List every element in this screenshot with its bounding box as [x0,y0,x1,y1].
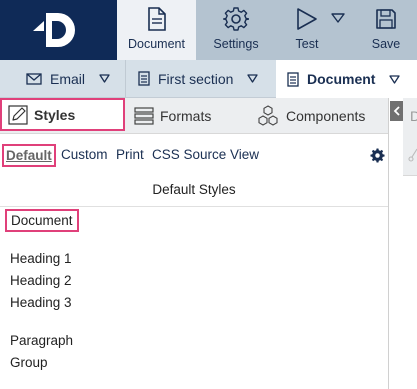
tab-css-source-view[interactable]: CSS Source View [152,147,259,162]
tab-styles[interactable]: Styles [0,98,125,131]
tab-print[interactable]: Print [116,147,144,162]
document-section-label: Document [307,71,376,87]
play-icon [296,5,318,33]
style-view-tabs: Default Custom Print CSS Source View [0,134,388,174]
style-item-document[interactable]: Document [5,209,79,232]
chevron-left-icon [393,104,401,119]
tab-formats[interactable]: Formats [134,98,211,134]
style-item-heading-2[interactable]: Heading 2 [10,273,72,288]
top-toolbar: Document Settings Test Save [0,0,417,60]
save-toolbar-button[interactable]: Save [360,0,412,60]
right-panel-tab-label: D [410,108,417,124]
section-divider [125,60,126,97]
tab-components[interactable]: Components [256,98,365,134]
style-item-paragraph[interactable]: Paragraph [10,333,73,348]
email-section-tab[interactable]: Email [26,60,110,97]
formats-icon [134,107,154,125]
pencil-icon [8,104,28,125]
save-icon [375,5,397,33]
logo-icon [33,13,75,47]
save-toolbar-label: Save [371,37,401,51]
document-icon [147,5,167,33]
test-dropdown-arrow-icon[interactable] [331,12,347,26]
panel-splitter[interactable] [388,98,389,389]
tab-formats-label: Formats [160,108,212,124]
test-toolbar-button[interactable]: Test [282,0,332,60]
style-item-heading-3[interactable]: Heading 3 [10,295,72,310]
chevron-down-icon[interactable] [99,74,110,83]
first-section-label: First section [158,70,234,87]
gear-icon [223,5,249,33]
envelope-icon [26,72,42,85]
document-toolbar-label: Document [128,37,185,51]
document-section-tab[interactable]: Document [276,60,417,98]
first-section-tab[interactable]: First section [138,60,259,97]
settings-toolbar-button[interactable]: Settings [200,0,272,60]
tab-default[interactable]: Default [2,144,56,167]
chevron-down-icon[interactable] [389,74,401,84]
tab-components-label: Components [286,108,366,124]
settings-toolbar-label: Settings [213,37,259,51]
page-icon [287,71,299,87]
panel-title: Default Styles [152,182,236,197]
page-icon [138,71,150,86]
panel-tabs: Styles Formats Components [0,98,388,134]
collapse-panel-button[interactable] [390,101,403,121]
hexagons-icon [256,105,280,127]
chevron-down-icon[interactable] [247,74,259,83]
test-toolbar-label: Test [295,37,319,51]
style-item-heading-1[interactable]: Heading 1 [10,251,72,266]
style-settings-gear-icon[interactable] [370,148,385,166]
app-logo [0,0,117,60]
style-item-group[interactable]: Group [10,355,48,370]
email-section-label: Email [50,70,86,87]
tab-styles-label: Styles [34,106,76,123]
document-toolbar-button[interactable]: Document [117,0,196,60]
scissors-icon[interactable] [408,148,417,165]
section-bar: Email First section Document [0,60,417,98]
tab-custom[interactable]: Custom [61,147,108,162]
panel-divider [0,206,388,207]
